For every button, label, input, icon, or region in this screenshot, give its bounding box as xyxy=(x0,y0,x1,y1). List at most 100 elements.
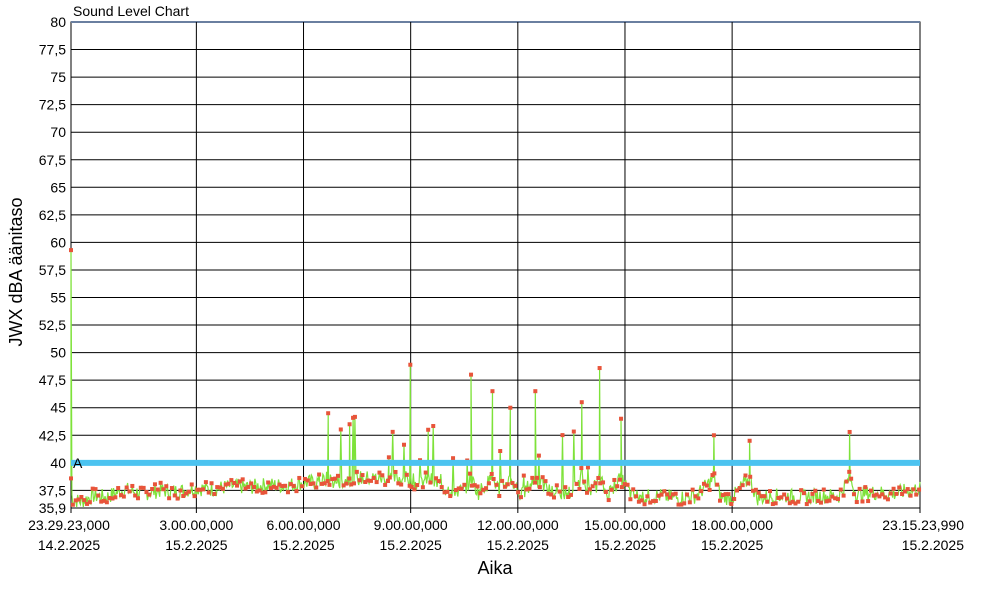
level-series-marker xyxy=(415,483,420,488)
level-series-marker xyxy=(387,475,392,480)
level-series-marker xyxy=(404,472,409,477)
x-tick-time: 23.29.23,000 xyxy=(28,517,110,533)
level-series-marker xyxy=(469,372,474,377)
level-series-marker xyxy=(371,475,376,480)
level-series-marker xyxy=(894,491,899,496)
level-series-marker xyxy=(535,475,540,480)
level-series-marker xyxy=(431,424,436,429)
level-series-marker xyxy=(246,484,251,489)
level-series-marker xyxy=(533,389,538,394)
level-series-marker xyxy=(445,489,450,494)
level-series-marker xyxy=(69,476,73,481)
level-series-marker xyxy=(690,487,695,492)
level-series-marker xyxy=(192,494,197,499)
x-tick-labels: 23.29.23,000 14.2.2025 3.00.00,000 15.2.202… xyxy=(28,517,964,553)
level-series-marker xyxy=(530,475,535,480)
level-series-marker xyxy=(420,485,425,490)
level-series-marker xyxy=(300,484,305,489)
level-series-marker xyxy=(500,478,505,483)
sound-level-chart: A 80 77,5 75 72,5 70 67,5 65 62,5 60 57,5 55 52,5 50… xyxy=(0,0,990,588)
level-series-marker xyxy=(408,362,413,367)
level-series-marker xyxy=(354,469,359,474)
level-series-marker xyxy=(124,485,129,490)
level-series-marker xyxy=(344,481,349,486)
level-series-marker xyxy=(917,487,922,492)
y-tick-label: 62,5 xyxy=(39,207,66,223)
level-series-marker xyxy=(765,499,770,504)
level-series-marker xyxy=(821,487,826,492)
level-series-marker xyxy=(357,478,362,483)
level-series-marker xyxy=(537,485,542,490)
level-series-marker xyxy=(327,482,332,487)
x-tick-date: 15.2.2025 xyxy=(594,537,656,553)
level-series-marker xyxy=(141,485,146,490)
chart-canvas: A 80 77,5 75 72,5 70 67,5 65 62,5 60 57,5 55 52,5 50… xyxy=(6,3,964,578)
level-series-marker xyxy=(352,481,356,486)
level-series-marker xyxy=(847,469,852,474)
level-series-marker xyxy=(762,494,767,499)
level-series-marker xyxy=(459,486,464,491)
y-tick-label: 50 xyxy=(50,345,66,361)
y-tick-label: 80 xyxy=(50,14,66,30)
level-series-marker xyxy=(178,488,183,493)
level-series-marker xyxy=(813,488,818,493)
level-series-marker xyxy=(857,486,862,491)
y-tick-label: 60 xyxy=(50,234,66,250)
level-series-marker xyxy=(619,416,624,421)
level-series-marker xyxy=(311,481,316,486)
level-series-marker xyxy=(835,497,840,502)
level-series-marker xyxy=(540,475,545,480)
level-series-marker xyxy=(518,495,523,500)
level-series-marker xyxy=(673,491,678,496)
level-series-marker xyxy=(768,489,773,494)
y-tick-label: 75 xyxy=(50,69,66,85)
level-series-marker xyxy=(568,492,573,497)
level-series-marker xyxy=(891,486,896,491)
level-series-marker xyxy=(801,491,806,496)
level-series-marker xyxy=(521,473,526,478)
level-series-marker xyxy=(866,499,871,504)
y-tick-label: 52,5 xyxy=(39,317,66,333)
level-series-marker xyxy=(618,477,623,482)
level-series-marker xyxy=(209,481,214,486)
level-series-marker xyxy=(897,485,902,490)
level-series-marker xyxy=(609,487,614,492)
level-series-marker xyxy=(104,500,109,505)
level-series-marker xyxy=(135,496,140,501)
level-series-marker xyxy=(491,476,496,481)
level-series-marker xyxy=(428,480,433,485)
level-series-marker xyxy=(439,485,444,490)
level-series-marker xyxy=(93,487,98,492)
level-series-marker xyxy=(712,471,717,476)
level-series-marker xyxy=(266,480,271,485)
x-axis-title: Aika xyxy=(477,558,513,578)
level-series-marker xyxy=(625,482,630,487)
level-series-marker xyxy=(729,501,734,506)
level-series-marker xyxy=(96,493,101,498)
level-series-marker xyxy=(579,466,584,471)
level-series-marker xyxy=(687,500,692,505)
level-series-marker xyxy=(203,480,208,485)
level-series-marker xyxy=(451,456,456,461)
level-series-marker xyxy=(240,477,245,482)
level-series-marker xyxy=(715,482,720,487)
level-series-marker xyxy=(782,492,787,497)
x-tick-date: 15.2.2025 xyxy=(165,537,227,553)
level-series-marker xyxy=(386,455,391,460)
level-series-marker xyxy=(263,490,268,495)
level-series-marker xyxy=(152,482,157,487)
level-series-marker xyxy=(317,472,322,477)
x-tick-date: 15.2.2025 xyxy=(272,537,334,553)
level-series-marker xyxy=(235,483,240,488)
y-tick-label: 45 xyxy=(50,400,66,416)
y-axis-title: JWX dBA äänitaso xyxy=(6,197,26,346)
level-series-marker xyxy=(116,486,121,491)
level-series-marker xyxy=(226,481,231,486)
x-tick-date: 15.2.2025 xyxy=(701,537,763,553)
level-series-marker xyxy=(699,489,704,494)
level-series-marker xyxy=(399,482,404,487)
level-series-marker xyxy=(158,480,163,485)
y-tick-label: 55 xyxy=(50,290,66,306)
level-series-marker xyxy=(249,481,254,486)
y-tick-label: 65 xyxy=(50,179,66,195)
